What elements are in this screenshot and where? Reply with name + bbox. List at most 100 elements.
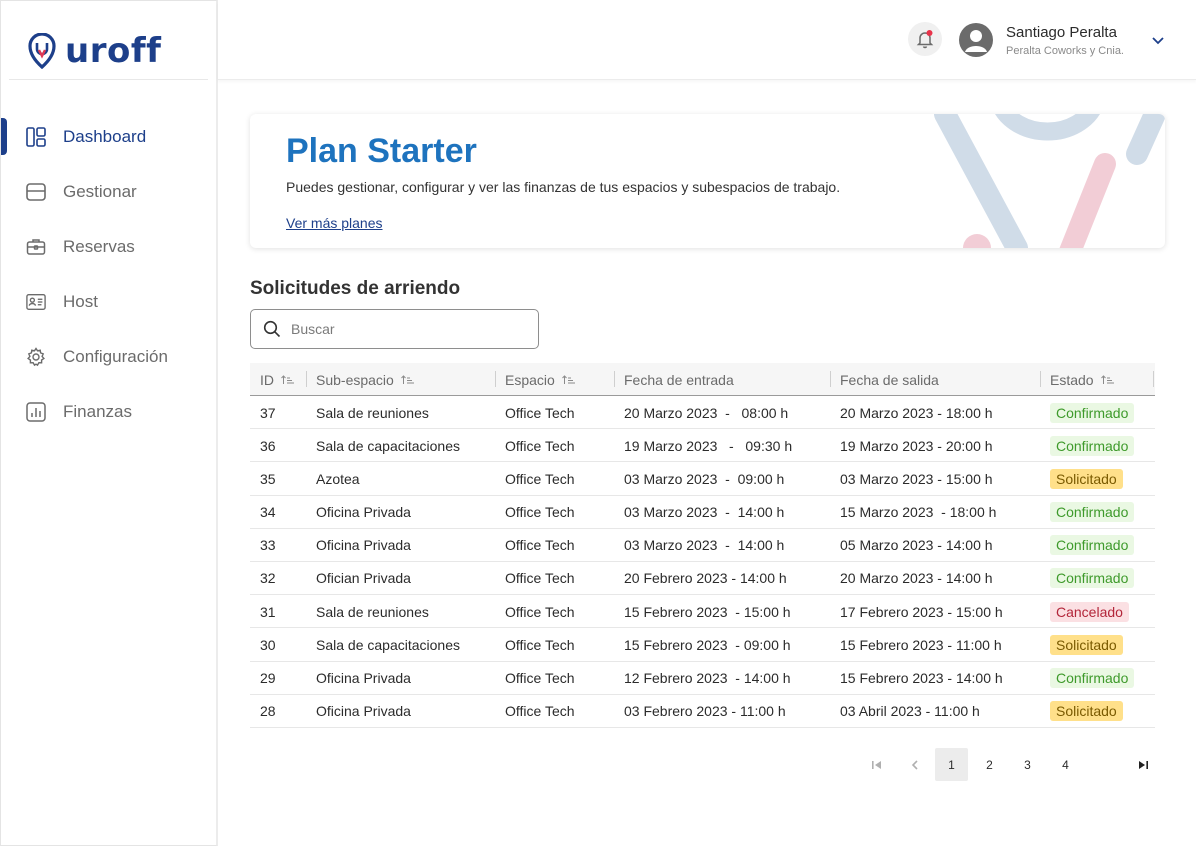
sidebar-item-reservas[interactable]: Reservas	[1, 219, 217, 274]
brand-name: uroff	[65, 31, 162, 71]
status-badge: Solicitado	[1050, 701, 1123, 722]
previous-page-button[interactable]	[898, 748, 931, 781]
table-row[interactable]: 32 Ofician Privada Office Tech 20 Febrero 2…	[250, 562, 1155, 596]
column-divider	[1040, 371, 1041, 387]
sidebar-item-gestionar[interactable]: Gestionar	[1, 164, 217, 219]
decorative-shapes	[934, 114, 1165, 248]
plan-title: Plan Starter	[286, 132, 477, 170]
chart-icon	[26, 401, 46, 422]
plan-card: Plan Starter Puedes gestionar, configura…	[250, 114, 1165, 248]
search-icon	[263, 320, 281, 338]
cell-space: Office Tech	[505, 504, 575, 521]
sidebar-item-configuracion[interactable]: Configuración	[1, 329, 217, 384]
column-header-entry[interactable]: Fecha de entrada	[624, 363, 734, 396]
user-company: Peralta Coworks y Cnia.	[1006, 45, 1124, 57]
cell-id: 34	[260, 504, 276, 521]
user-name[interactable]: Santiago Peralta	[1006, 24, 1117, 41]
sort-icon[interactable]	[281, 374, 294, 385]
table-row[interactable]: 31 Sala de reuniones Office Tech 15 Febrero…	[250, 595, 1155, 629]
cell-status: Solicitado	[1050, 462, 1123, 495]
first-page-button[interactable]	[860, 748, 893, 781]
column-header-id[interactable]: ID	[260, 363, 294, 396]
cell-subspace: Sala de capacitaciones	[316, 636, 460, 653]
cell-status: Confirmado	[1050, 396, 1135, 429]
brand-logo[interactable]: uroff	[27, 33, 161, 69]
status-badge: Cancelado	[1050, 601, 1129, 622]
cell-space: Office Tech	[505, 404, 575, 421]
sidebar-item-label: Configuración	[63, 346, 168, 366]
cell-status: Confirmado	[1050, 496, 1135, 529]
cell-subspace: Sala de reuniones	[316, 603, 429, 620]
chevron-left-icon	[911, 759, 918, 770]
table-row[interactable]: 36 Sala de capacitaciones Office Tech 19 Ma…	[250, 429, 1155, 463]
cell-id: 28	[260, 703, 276, 720]
column-label: Fecha de salida	[840, 371, 939, 388]
table-row[interactable]: 35 Azotea Office Tech 03 Marzo 2023 - 09:00…	[250, 462, 1155, 496]
column-divider	[830, 371, 831, 387]
sort-icon[interactable]	[561, 374, 575, 385]
more-plans-link[interactable]: Ver más planes	[286, 215, 383, 231]
sidebar-item-finanzas[interactable]: Finanzas	[1, 384, 217, 439]
page-button-1[interactable]: 1	[935, 748, 968, 781]
cell-entry-date: 20 Marzo 2023 - 08:00 h	[624, 404, 789, 421]
cell-id: 29	[260, 670, 276, 686]
column-header-subspace[interactable]: Sub-espacio	[316, 363, 414, 396]
cell-space: Office Tech	[505, 570, 575, 587]
avatar[interactable]	[959, 23, 993, 57]
table-row[interactable]: 30 Sala de capacitaciones Office Tech 15 Fe…	[250, 628, 1155, 662]
cell-entry-date: 03 Marzo 2023 - 09:00 h	[624, 470, 785, 487]
cell-entry-date: 03 Marzo 2023 - 14:00 h	[624, 504, 785, 521]
column-divider	[1153, 371, 1154, 387]
sort-icon[interactable]	[400, 374, 414, 385]
page-button-3[interactable]: 3	[1011, 748, 1044, 781]
page-button-2[interactable]: 2	[973, 748, 1006, 781]
status-badge: Confirmado	[1050, 402, 1135, 423]
table-row[interactable]: 33 Oficina Privada Office Tech 03 Marzo 202…	[250, 529, 1155, 562]
column-label: Fecha de entrada	[624, 371, 734, 388]
table-row[interactable]: 29 Oficina Privada Office Tech 12 Febrero 2…	[250, 662, 1155, 695]
sidebar-item-dashboard[interactable]: Dashboard	[1, 109, 217, 164]
cell-id: 37	[260, 404, 276, 421]
table-body: 37 Sala de reuniones Office Tech 20 Marzo 2…	[250, 396, 1155, 728]
cell-space: Office Tech	[505, 437, 575, 454]
last-page-icon	[1138, 760, 1148, 769]
first-page-icon	[871, 760, 881, 769]
column-divider	[495, 371, 496, 387]
status-badge: Confirmado	[1050, 668, 1135, 688]
cell-status: Cancelado	[1050, 595, 1129, 628]
cell-status: Solicitado	[1050, 628, 1123, 661]
briefcase-icon	[26, 237, 46, 257]
cell-space: Office Tech	[505, 670, 575, 686]
cell-id: 35	[260, 470, 276, 487]
cell-subspace: Sala de capacitaciones	[316, 437, 460, 454]
top-header: Santiago Peralta Peralta Coworks y Cnia.	[218, 0, 1196, 80]
table-row[interactable]: 34 Oficina Privada Office Tech 03 Marzo 202…	[250, 496, 1155, 529]
cell-subspace: Sala de reuniones	[316, 404, 429, 421]
search-box[interactable]	[250, 309, 539, 349]
status-badge: Confirmado	[1050, 535, 1135, 556]
column-header-status[interactable]: Estado	[1050, 363, 1114, 396]
cell-space: Office Tech	[505, 703, 575, 720]
notifications-button[interactable]	[908, 22, 942, 56]
sort-icon[interactable]	[1100, 374, 1114, 385]
sidebar-nav: Dashboard Gestionar Reservas Host Config…	[1, 109, 217, 439]
cell-exit-date: 19 Marzo 2023 - 20:00 h	[840, 437, 993, 454]
sidebar-item-label: Gestionar	[63, 181, 137, 201]
status-badge: Solicitado	[1050, 468, 1123, 489]
cell-entry-date: 15 Febrero 2023 - 09:00 h	[624, 636, 791, 653]
column-header-exit[interactable]: Fecha de salida	[840, 363, 939, 396]
table-row[interactable]: 28 Oficina Privada Office Tech 03 Febrero 2…	[250, 695, 1155, 728]
cell-subspace: Ofician Privada	[316, 570, 411, 587]
status-badge: Confirmado	[1050, 502, 1135, 523]
cell-space: Office Tech	[505, 603, 575, 620]
column-divider	[614, 371, 615, 387]
last-page-button[interactable]	[1126, 748, 1159, 781]
table-row[interactable]: 37 Sala de reuniones Office Tech 20 Marzo 2…	[250, 396, 1155, 430]
column-header-space[interactable]: Espacio	[505, 363, 575, 396]
cell-exit-date: 05 Marzo 2023 - 14:00 h	[840, 537, 993, 554]
search-input[interactable]	[291, 321, 521, 337]
chevron-down-icon[interactable]	[1150, 32, 1166, 48]
cell-status: Confirmado	[1050, 662, 1135, 695]
sidebar-item-host[interactable]: Host	[1, 274, 217, 329]
page-button-4[interactable]: 4	[1049, 748, 1082, 781]
